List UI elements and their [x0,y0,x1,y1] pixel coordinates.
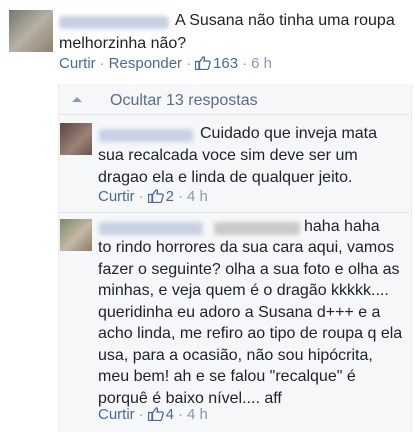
reply2-text-line5: queridinha eu adoro a Susana d+++ e a [98,303,381,321]
reply1-text-line3: dragao ela e linda de qualquer jeito. [98,169,353,186]
comment-text-line2: melhorzinha não? [59,35,187,52]
reply2-like-button[interactable]: Curtir [98,406,135,423]
reply2-text-line4: minhas, e veja quem é o dragão kkkkk.... [98,282,389,299]
reply1-like-count[interactable]: 2 [147,188,174,205]
reply2-author-name[interactable] [99,222,203,235]
reply2-avatar[interactable] [60,219,92,251]
reply2-like-count[interactable]: 4 [147,406,175,423]
reply1-text-line1: Cuidado que inveja mata [200,125,378,142]
mentioned-user-name[interactable] [214,222,300,235]
reply2-text-line7: usa, para a ocasião, não sou hipócrita, [98,346,373,364]
like-count[interactable]: 163 [195,55,238,72]
hide-replies-toggle[interactable]: Ocultar 13 respostas [72,90,258,112]
reply2-timestamp[interactable]: 4 h [187,406,208,423]
divider [59,114,409,115]
avatar[interactable] [9,10,53,52]
like-button[interactable]: Curtir [59,55,96,72]
reply2-text-line1: haha haha [304,218,380,235]
thumbs-up-icon [195,56,211,70]
thumbs-up-icon [147,407,164,421]
reply2-like-number: 4 [165,406,175,423]
reply1-like-button[interactable]: Curtir [98,188,135,205]
reply2-text-line8: meu bem! ah e se falou "recalque" é [98,368,356,385]
hide-replies-label[interactable]: Ocultar 13 respostas [110,92,258,109]
comment-meta: Curtir · Responder · 163 · 6 h [59,55,272,72]
caret-up-icon [72,97,82,102]
reply-avatar[interactable] [60,123,92,155]
reply2-text-line3: fazer o seguinte? olha a sua foto e olha… [98,260,400,278]
reply1-author-name[interactable] [99,129,193,142]
reply2-text-line2: to rindo horrores da sua cara aqui, vamo… [98,239,395,256]
reply2-text-line6: acho linda, me refiro ao tipo de roupa q… [98,325,403,342]
comment-text-line1: A Susana não tinha uma roupa [175,12,395,29]
commenter-name[interactable] [59,16,169,29]
reply2-footer: Curtir · 4 · 4 h [98,406,208,423]
divider [59,212,409,213]
thumbs-up-icon [147,189,164,203]
respond-button[interactable]: Responder [109,55,182,72]
timestamp[interactable]: 6 h [251,55,272,72]
reply1-meta: Curtir · 2 · 4 h [98,188,208,205]
reply1-timestamp[interactable]: 4 h [187,188,208,205]
reply1-text-line2: sua recalcada voce sim deve ser um [98,147,358,164]
